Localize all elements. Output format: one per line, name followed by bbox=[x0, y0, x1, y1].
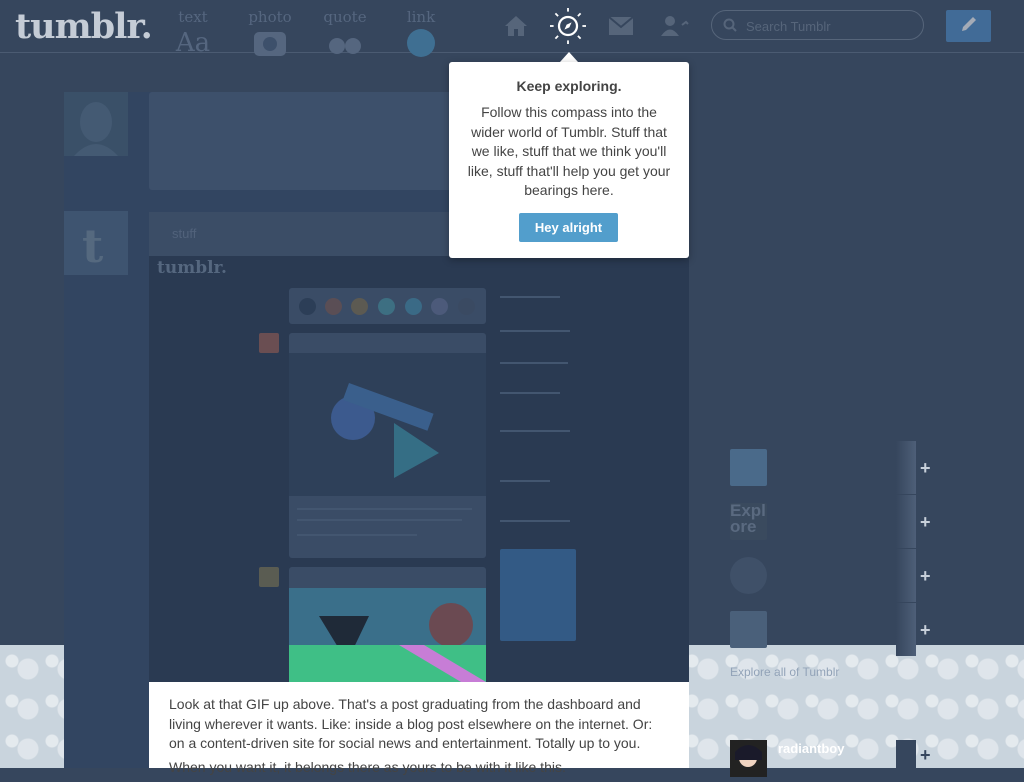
gif-avatar bbox=[259, 567, 279, 587]
home-icon[interactable] bbox=[500, 10, 532, 42]
tumblr-logo[interactable]: tumblr. bbox=[15, 6, 153, 47]
gif-dot bbox=[351, 298, 368, 315]
follow-plus-icon[interactable]: + bbox=[920, 620, 931, 641]
search-icon bbox=[723, 18, 737, 37]
text-icon: Aa bbox=[175, 28, 211, 58]
explore-all-link[interactable]: Explore all of Tumblr bbox=[730, 665, 839, 679]
gif-dot bbox=[405, 298, 422, 315]
gif-line bbox=[500, 520, 570, 522]
gif-description-text: Look at that GIF up above. That's a post… bbox=[169, 696, 653, 751]
gif-line bbox=[297, 508, 472, 510]
recommended-blog-explore-avatar[interactable]: Explore bbox=[730, 502, 767, 540]
quote-icon bbox=[315, 28, 375, 65]
gif-dot bbox=[378, 298, 395, 315]
gif-line bbox=[297, 534, 417, 536]
gif-card-image bbox=[289, 353, 486, 496]
gif-line bbox=[500, 362, 568, 364]
search-box[interactable] bbox=[711, 10, 924, 40]
gif-line bbox=[500, 296, 560, 298]
user-avatar[interactable] bbox=[64, 92, 128, 156]
radar-username[interactable]: radiantboy bbox=[778, 741, 844, 756]
radar-avatar[interactable] bbox=[730, 740, 767, 777]
gif-dot bbox=[325, 298, 342, 315]
recommended-blog-avatar[interactable] bbox=[730, 611, 767, 648]
recommended-blog-bar bbox=[896, 549, 916, 602]
post-type-link[interactable]: link bbox=[391, 8, 451, 65]
tooltip-title: Keep exploring. bbox=[516, 78, 622, 94]
link-icon bbox=[391, 28, 451, 65]
gif-dot bbox=[458, 298, 475, 315]
tumblr-staff-avatar[interactable]: t bbox=[64, 211, 128, 275]
gif-line bbox=[500, 480, 550, 482]
follow-plus-icon[interactable]: + bbox=[920, 512, 931, 533]
gif-dot bbox=[299, 298, 316, 315]
compose-button[interactable] bbox=[946, 10, 991, 42]
hey-alright-button[interactable]: Hey alright bbox=[519, 213, 618, 242]
post-type-quote[interactable]: quote bbox=[315, 8, 375, 65]
follow-plus-icon[interactable]: + bbox=[920, 458, 931, 479]
recommended-blog-avatar[interactable] bbox=[730, 449, 767, 486]
post-header-text: stuff bbox=[172, 226, 197, 241]
gif-card-green bbox=[289, 645, 486, 682]
gif-dot bbox=[431, 298, 448, 315]
recommended-blog-bar bbox=[896, 495, 916, 548]
tooltip-body: Follow this compass into the wider world… bbox=[467, 104, 671, 198]
follow-plus-icon[interactable]: + bbox=[920, 566, 931, 587]
search-input[interactable] bbox=[744, 16, 918, 36]
radar-bar bbox=[896, 740, 916, 768]
post-type-text[interactable]: text Aa bbox=[163, 8, 223, 58]
recommended-blog-bar bbox=[896, 603, 916, 656]
mail-icon[interactable] bbox=[605, 10, 637, 42]
gif-avatar bbox=[259, 333, 279, 353]
gif-line bbox=[500, 430, 570, 432]
tooltip-caret bbox=[560, 52, 578, 62]
gif-blue-box bbox=[500, 549, 576, 641]
recommended-blog-avatar[interactable] bbox=[730, 557, 767, 594]
account-icon[interactable] bbox=[658, 10, 692, 42]
gif-line bbox=[297, 519, 462, 521]
tumblr-t-icon: t bbox=[82, 219, 104, 273]
recommended-blog-bar bbox=[896, 441, 916, 494]
photo-icon bbox=[240, 28, 300, 65]
follow-plus-icon[interactable]: + bbox=[920, 745, 931, 766]
gif-line bbox=[500, 392, 560, 394]
gif-line bbox=[500, 330, 570, 332]
post-type-photo[interactable]: photo bbox=[240, 8, 300, 65]
pencil-icon bbox=[959, 14, 979, 39]
gif-tumblr-logo: tumblr. bbox=[157, 258, 227, 278]
explore-compass-icon[interactable] bbox=[550, 7, 586, 44]
